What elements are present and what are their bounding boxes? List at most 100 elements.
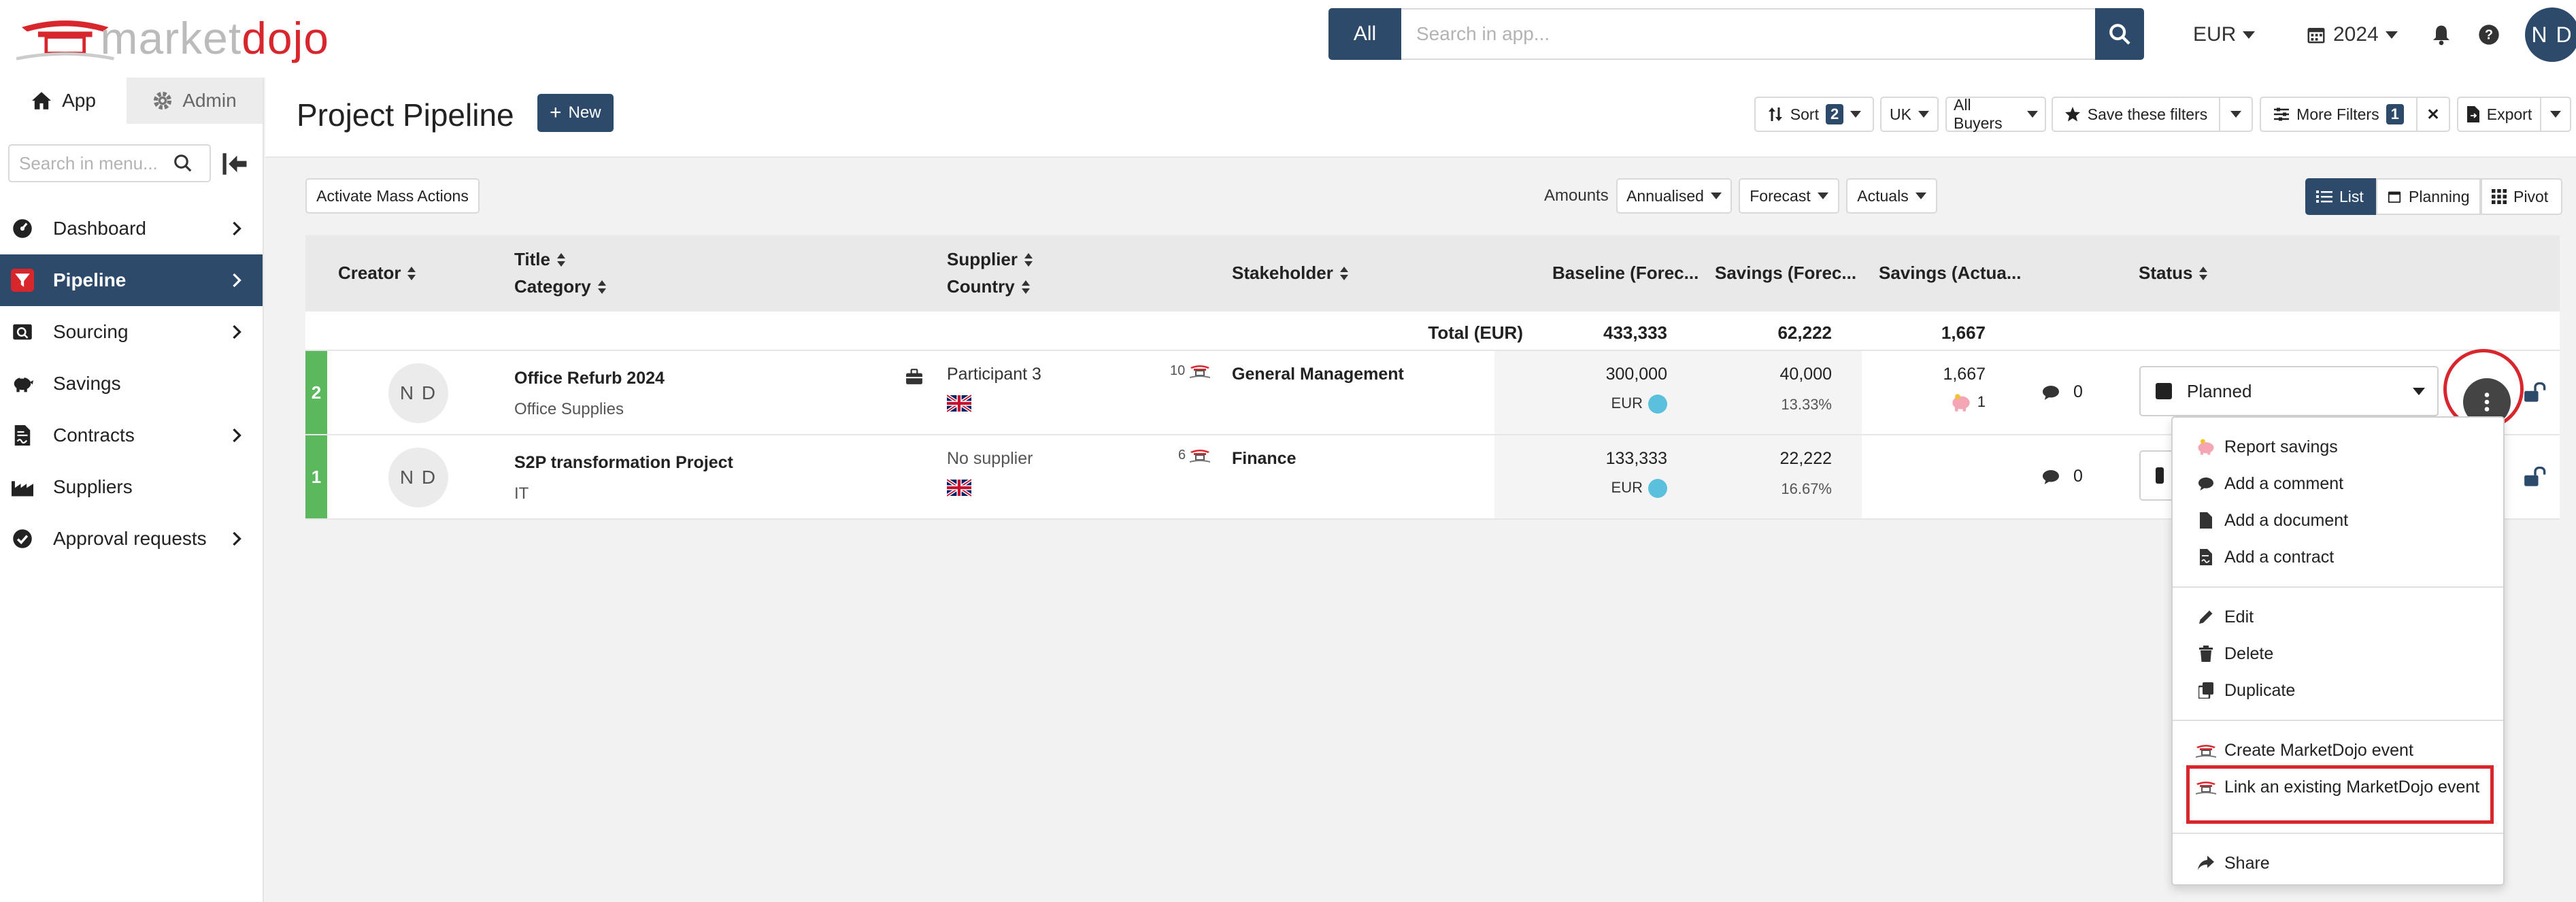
menu-item-add-contract[interactable]: Add a contract xyxy=(2196,541,2334,573)
status-select[interactable]: Planned xyxy=(2139,366,2439,416)
sidebar-item-pipeline[interactable]: Pipeline xyxy=(0,254,263,306)
sidebar-item-approval-requests[interactable]: Approval requests xyxy=(0,513,263,565)
column-header-stakeholder[interactable]: Stakeholder xyxy=(1232,263,1348,284)
sidebar-item-suppliers[interactable]: Suppliers xyxy=(0,461,263,513)
menu-item-edit[interactable]: Edit xyxy=(2196,601,2254,633)
savings-percentage: 16.67% xyxy=(1781,480,1832,497)
baseline-value: 300,000 xyxy=(1605,365,1667,384)
collapse-sidebar-button[interactable] xyxy=(220,150,249,178)
sidebar-nav: Dashboard Pipeline Sourcing Savings Cont… xyxy=(0,203,263,565)
menu-search-input[interactable] xyxy=(10,146,173,180)
menu-item-create-marketdojo-event[interactable]: Create MarketDojo event xyxy=(2196,735,2413,766)
sidebar-item-contracts[interactable]: Contracts xyxy=(0,410,263,461)
comments-count[interactable]: 0 xyxy=(2041,467,2083,486)
menu-item-share[interactable]: Share xyxy=(2196,848,2270,879)
view-pivot-button[interactable]: Pivot xyxy=(2481,178,2562,215)
marketdojo-logo[interactable]: marketdojo xyxy=(16,4,329,72)
unlock-icon[interactable] xyxy=(2524,382,2547,403)
unlock-icon[interactable] xyxy=(2524,467,2547,487)
status-dot-icon xyxy=(1648,395,1667,414)
column-header-savings-forecast[interactable]: Savings (Forec... xyxy=(1715,263,1856,284)
search-button[interactable] xyxy=(2095,8,2144,60)
mass-actions-button[interactable]: Activate Mass Actions xyxy=(305,178,480,214)
view-planning-label: Planning xyxy=(2409,187,2470,205)
menu-item-label: Add a comment xyxy=(2224,473,2344,493)
search-scope-button[interactable]: All xyxy=(1328,8,1401,60)
project-title-link[interactable]: S2P transformation Project xyxy=(514,453,733,473)
save-filters-button[interactable]: Save these filters xyxy=(2052,97,2220,132)
baseline-value: 133,333 xyxy=(1605,449,1667,468)
notifications-button[interactable] xyxy=(2424,18,2458,52)
column-header-country[interactable]: Country xyxy=(947,276,1030,297)
menu-item-delete[interactable]: Delete xyxy=(2196,638,2273,669)
export-button[interactable]: Export xyxy=(2457,97,2541,132)
view-list-button[interactable]: List xyxy=(2305,178,2376,215)
menu-item-add-comment[interactable]: Add a comment xyxy=(2196,468,2343,499)
chevron-down-icon xyxy=(2243,31,2256,39)
sort-icon xyxy=(597,280,606,294)
sidebar-item-sourcing[interactable]: Sourcing xyxy=(0,306,263,358)
save-filters-label: Save these filters xyxy=(2087,105,2208,123)
comments-count[interactable]: 0 xyxy=(2041,382,2083,402)
new-project-button[interactable]: + New xyxy=(537,94,614,132)
view-list-label: List xyxy=(2339,187,2364,205)
sort-icon xyxy=(1021,280,1030,294)
export-dropdown[interactable] xyxy=(2540,97,2571,132)
currency-dropdown[interactable]: EUR xyxy=(2193,18,2256,52)
sidebar-item-label: Pipeline xyxy=(53,269,127,290)
savings-actual-entries[interactable]: 1 xyxy=(1870,393,1986,412)
more-filters-button[interactable]: More Filters 1 xyxy=(2260,97,2418,132)
total-label: Total (EUR) xyxy=(1428,322,1523,343)
menu-item-add-document[interactable]: Add a document xyxy=(2196,505,2348,536)
column-header-baseline[interactable]: Baseline (Forec... xyxy=(1552,263,1699,284)
sidebar-item-label: Contracts xyxy=(53,424,135,446)
chevron-down-icon xyxy=(2550,111,2561,118)
sidebar-item-savings[interactable]: Savings xyxy=(0,358,263,410)
buyers-value: All Buyers xyxy=(1954,96,2003,132)
user-avatar[interactable]: N D xyxy=(2525,7,2576,62)
menu-item-report-savings[interactable]: Report savings xyxy=(2196,431,2338,463)
column-header-savings-actual[interactable]: Savings (Actua... xyxy=(1879,263,2022,284)
chevron-right-icon xyxy=(233,221,241,236)
year-dropdown[interactable]: 2024 xyxy=(2306,18,2398,52)
creator-avatar: N D xyxy=(388,448,448,507)
sidebar: App Admin Dashboard xyxy=(0,78,264,902)
tab-app[interactable]: App xyxy=(0,78,127,124)
calendar-icon xyxy=(2307,28,2325,44)
supplier-name[interactable]: Participant 3 xyxy=(947,365,1041,384)
project-title-link[interactable]: Office Refurb 2024 xyxy=(514,369,665,388)
creator-avatar: N D xyxy=(388,363,448,423)
chevron-down-icon xyxy=(1850,111,1862,118)
search-icon[interactable] xyxy=(173,153,193,173)
region-dropdown[interactable]: UK xyxy=(1880,97,1939,132)
amount-columns-bg xyxy=(1494,435,1862,518)
column-header-category[interactable]: Category xyxy=(514,276,606,297)
clear-filters-button[interactable]: ✕ xyxy=(2416,97,2450,132)
menu-item-label: Edit xyxy=(2224,607,2254,627)
save-filters-dropdown[interactable] xyxy=(2219,97,2253,132)
column-header-status[interactable]: Status xyxy=(2139,263,2208,284)
dojo-event-icon[interactable] xyxy=(1190,363,1210,378)
briefcase-icon[interactable] xyxy=(905,369,923,385)
column-header-supplier[interactable]: Supplier xyxy=(947,249,1033,270)
buyers-dropdown[interactable]: All Buyers xyxy=(1945,96,2046,132)
column-header-title[interactable]: Title xyxy=(514,249,565,270)
tab-admin[interactable]: Admin xyxy=(127,78,263,124)
file-contract-icon xyxy=(2196,549,2216,565)
actuals-dropdown[interactable]: Actuals xyxy=(1846,178,1937,214)
dojo-event-icon[interactable] xyxy=(1190,448,1210,463)
amounts-mode-dropdown[interactable]: Annualised xyxy=(1616,178,1732,214)
help-button[interactable]: ? xyxy=(2472,18,2506,52)
view-planning-button[interactable]: Planning xyxy=(2376,178,2481,215)
menu-item-duplicate[interactable]: Duplicate xyxy=(2196,675,2295,706)
sidebar-item-dashboard[interactable]: Dashboard xyxy=(0,203,263,254)
sort-button[interactable]: Sort 2 xyxy=(1754,97,1874,132)
forecast-dropdown[interactable]: Forecast xyxy=(1739,178,1839,214)
chevron-right-icon xyxy=(233,531,241,546)
sort-label: Sort xyxy=(1790,105,1819,123)
pencil-icon xyxy=(2196,609,2216,625)
search-input[interactable] xyxy=(1401,8,2095,60)
region-value: UK xyxy=(1890,105,1911,123)
column-header-creator[interactable]: Creator xyxy=(338,263,416,284)
total-baseline: 433,333 xyxy=(1603,322,1667,343)
